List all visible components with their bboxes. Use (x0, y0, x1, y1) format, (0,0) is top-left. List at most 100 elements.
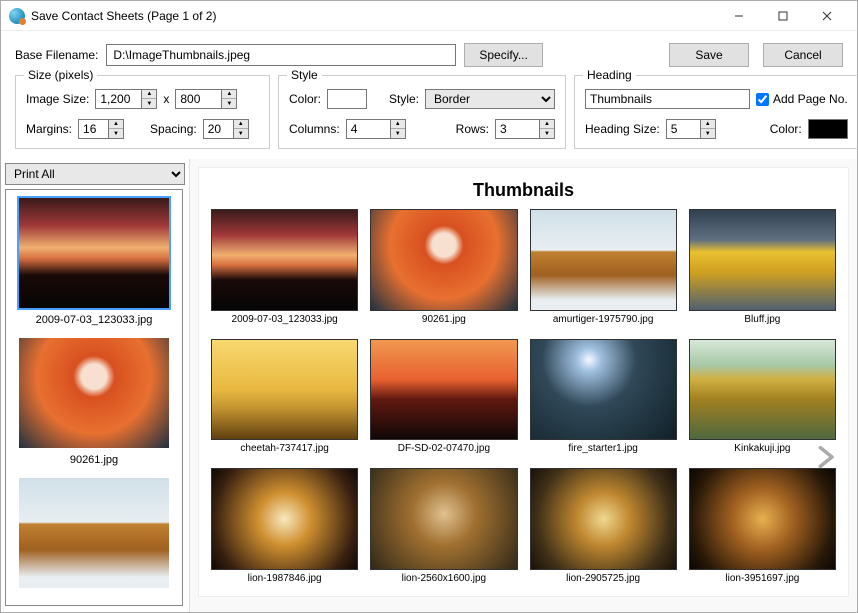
grid-cell: 90261.jpg (370, 209, 517, 325)
left-pane: Print All 2009-07-03_123033.jpg 90261.jpg (1, 159, 189, 612)
spin-up-icon[interactable]: ▲ (142, 90, 156, 99)
grid-cell: 2009-07-03_123033.jpg (211, 209, 358, 325)
next-page-arrow[interactable] (807, 439, 843, 475)
style-select[interactable]: Border (425, 89, 555, 109)
print-dropdown[interactable]: Print All (5, 163, 185, 185)
grid-image (689, 339, 836, 441)
grid-cell: DF-SD-02-07470.jpg (370, 339, 517, 455)
spacing-spinner[interactable]: ▲▼ (203, 119, 249, 139)
margins-label: Margins: (26, 122, 72, 136)
sidebar-thumb-list[interactable]: 2009-07-03_123033.jpg 90261.jpg (5, 189, 183, 606)
grid-cell: cheetah-737417.jpg (211, 339, 358, 455)
columns-label: Columns: (289, 122, 340, 136)
base-filename-input[interactable] (106, 44, 456, 66)
spin-up-icon[interactable]: ▲ (540, 120, 554, 129)
spin-up-icon[interactable]: ▲ (109, 120, 123, 129)
heading-color-label: Color: (770, 122, 802, 136)
heading-color-well[interactable] (808, 119, 848, 139)
grid-image (689, 209, 836, 311)
spin-down-icon[interactable]: ▼ (222, 99, 236, 108)
grid-cell: Bluff.jpg (689, 209, 836, 325)
spin-down-icon[interactable]: ▼ (701, 129, 715, 138)
thumbnail-image[interactable] (19, 198, 169, 308)
style-legend: Style (287, 68, 322, 82)
height-spinner[interactable]: ▲▼ (175, 89, 237, 109)
grid-caption: DF-SD-02-07470.jpg (370, 443, 517, 454)
spin-up-icon[interactable]: ▲ (222, 90, 236, 99)
sheet-title: Thumbnails (205, 180, 842, 201)
thumbnail-caption: 90261.jpg (12, 454, 176, 466)
heading-input[interactable] (585, 89, 750, 109)
save-button[interactable]: Save (669, 43, 749, 67)
style-color-well[interactable] (327, 89, 367, 109)
width-spinner[interactable]: ▲▼ (95, 89, 157, 109)
add-page-no-checkbox[interactable]: Add Page No. (756, 92, 848, 106)
thumbnail-grid: 2009-07-03_123033.jpg 90261.jpg amurtiger-… (205, 209, 842, 584)
grid-image (370, 209, 517, 311)
spin-up-icon[interactable]: ▲ (701, 120, 715, 129)
grid-caption: lion-3951697.jpg (689, 573, 836, 584)
grid-image (211, 468, 358, 570)
grid-caption: 90261.jpg (370, 314, 517, 325)
grid-cell: Kinkakuji.jpg (689, 339, 836, 455)
spin-down-icon[interactable]: ▼ (109, 129, 123, 138)
heading-group: Heading Add Page No. Heading Size: ▲▼ Co… (574, 75, 858, 149)
thumbnail-caption: 2009-07-03_123033.jpg (12, 314, 176, 326)
spacing-label: Spacing: (150, 122, 197, 136)
spin-down-icon[interactable]: ▼ (391, 129, 405, 138)
grid-image (211, 339, 358, 441)
spin-up-icon[interactable]: ▲ (234, 120, 248, 129)
list-item[interactable]: 90261.jpg (12, 338, 176, 466)
list-item[interactable]: 2009-07-03_123033.jpg (12, 198, 176, 326)
close-button[interactable] (805, 2, 849, 30)
grid-cell: lion-2905725.jpg (530, 468, 677, 584)
base-filename-label: Base Filename: (15, 48, 98, 62)
app-icon (9, 8, 25, 24)
rows-label: Rows: (456, 122, 489, 136)
grid-cell: lion-3951697.jpg (689, 468, 836, 584)
thumbnail-image[interactable] (19, 338, 169, 448)
minimize-button[interactable] (717, 2, 761, 30)
maximize-button[interactable] (761, 2, 805, 30)
grid-caption: 2009-07-03_123033.jpg (211, 314, 358, 325)
grid-cell: amurtiger-1975790.jpg (530, 209, 677, 325)
thumbnail-image[interactable] (19, 478, 169, 588)
grid-image (530, 339, 677, 441)
grid-caption: lion-2560x1600.jpg (370, 573, 517, 584)
grid-image (370, 468, 517, 570)
size-legend: Size (pixels) (24, 68, 97, 82)
grid-image (689, 468, 836, 570)
grid-cell: lion-1987846.jpg (211, 468, 358, 584)
spin-down-icon[interactable]: ▼ (142, 99, 156, 108)
grid-image (211, 209, 358, 311)
style-label: Style: (389, 92, 419, 106)
dialog-window: Save Contact Sheets (Page 1 of 2) Base F… (0, 0, 858, 613)
filename-row: Base Filename: Specify... Save Cancel (1, 31, 857, 75)
spin-down-icon[interactable]: ▼ (234, 129, 248, 138)
grid-cell: fire_starter1.jpg (530, 339, 677, 455)
grid-caption: cheetah-737417.jpg (211, 443, 358, 454)
margins-spinner[interactable]: ▲▼ (78, 119, 124, 139)
x-label: x (163, 92, 169, 106)
spin-up-icon[interactable]: ▲ (391, 120, 405, 129)
grid-caption: lion-1987846.jpg (211, 573, 358, 584)
preview-pane: Thumbnails 2009-07-03_123033.jpg 90261.jp… (189, 159, 857, 612)
cancel-button[interactable]: Cancel (763, 43, 843, 67)
grid-caption: fire_starter1.jpg (530, 443, 677, 454)
settings-row: Size (pixels) Image Size: ▲▼ x ▲▼ Margin… (1, 75, 857, 159)
window-title: Save Contact Sheets (Page 1 of 2) (31, 9, 717, 23)
grid-image (370, 339, 517, 441)
content-row: Print All 2009-07-03_123033.jpg 90261.jpg… (1, 159, 857, 612)
list-item[interactable] (12, 478, 176, 588)
heading-size-spinner[interactable]: ▲▼ (666, 119, 716, 139)
heading-legend: Heading (583, 68, 636, 82)
grid-cell: lion-2560x1600.jpg (370, 468, 517, 584)
image-size-label: Image Size: (26, 92, 89, 106)
titlebar: Save Contact Sheets (Page 1 of 2) (1, 1, 857, 31)
spin-down-icon[interactable]: ▼ (540, 129, 554, 138)
specify-button[interactable]: Specify... (464, 43, 542, 67)
columns-spinner[interactable]: ▲▼ (346, 119, 406, 139)
grid-caption: lion-2905725.jpg (530, 573, 677, 584)
rows-spinner[interactable]: ▲▼ (495, 119, 555, 139)
grid-caption: amurtiger-1975790.jpg (530, 314, 677, 325)
